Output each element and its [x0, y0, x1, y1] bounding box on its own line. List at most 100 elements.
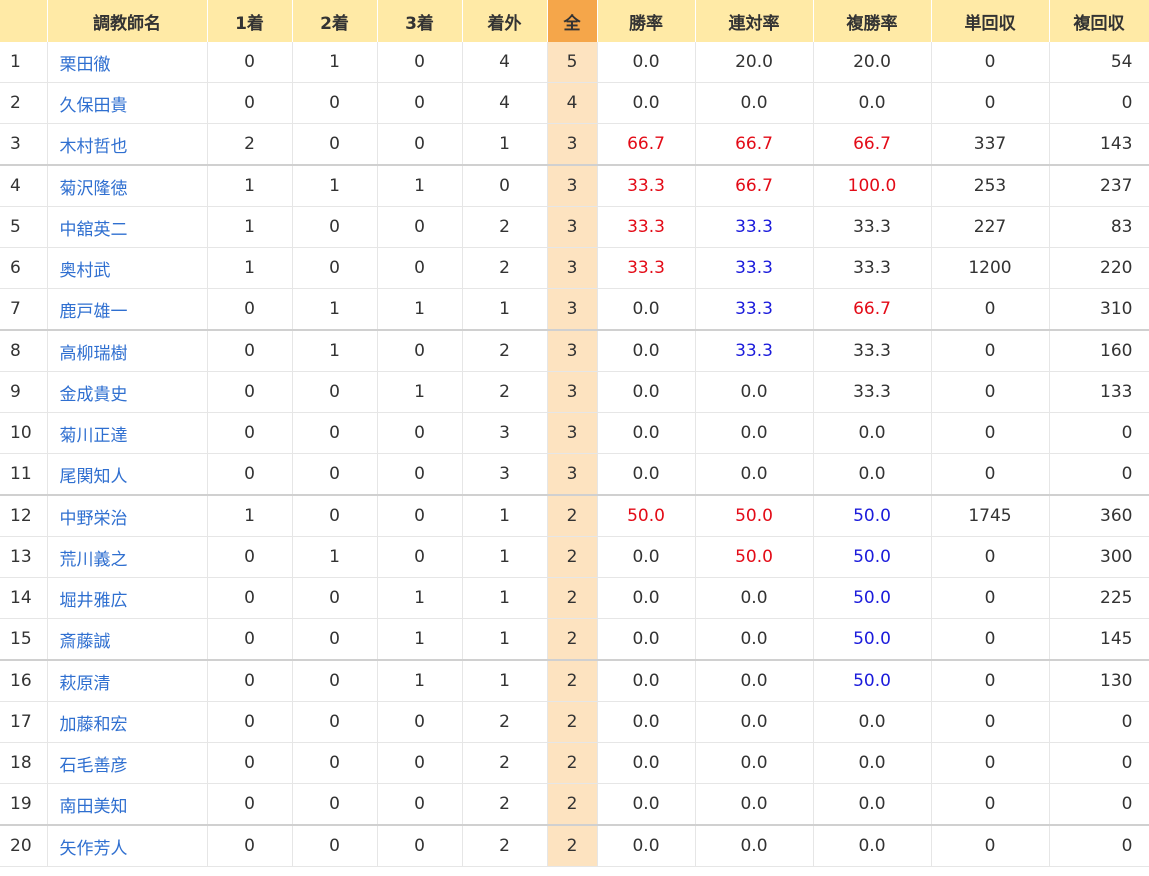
show-rate-cell: 0.0: [813, 82, 932, 124]
header-second[interactable]: 2着: [292, 0, 378, 42]
win-rate-cell: 0.0: [597, 701, 696, 743]
header-out[interactable]: 着外: [462, 0, 548, 42]
trainer-name-cell: 高柳瑞樹: [47, 329, 208, 372]
out-count-cell: 2: [462, 371, 548, 413]
header-show-rate[interactable]: 複勝率: [813, 0, 932, 42]
all-count-cell: 3: [547, 412, 598, 454]
rank-cell: 5: [0, 206, 48, 248]
trainer-name-link[interactable]: 菊沢隆徳: [60, 179, 128, 199]
trainer-name-cell: 矢作芳人: [47, 824, 208, 867]
header-trainer-name[interactable]: 調教師名: [47, 0, 208, 42]
trainer-name-cell: 菊沢隆徳: [47, 164, 208, 207]
trainer-name-link[interactable]: 奥村武: [60, 261, 111, 281]
third-count-cell: 0: [377, 494, 463, 537]
place-rate-cell: 0.0: [695, 701, 814, 743]
table-header-row: 調教師名 1着 2着 3着 着外 全 勝率 連対率 複勝率 単回収 複回収: [0, 0, 1149, 42]
third-count-cell: 1: [377, 618, 463, 661]
win-rate-cell: 0.0: [597, 824, 696, 867]
trainer-name-link[interactable]: 堀井雅広: [60, 591, 128, 611]
trainer-name-link[interactable]: 萩原清: [60, 674, 111, 694]
place-rate-cell: 0.0: [695, 659, 814, 702]
trainer-name-link[interactable]: 中野栄治: [60, 509, 128, 529]
win-rate-cell: 0.0: [597, 577, 696, 619]
header-place-rate[interactable]: 連対率: [695, 0, 814, 42]
trainer-name-cell: 久保田貴: [47, 82, 208, 124]
trainer-name-link[interactable]: 加藤和宏: [60, 715, 128, 735]
place-rate-cell: 0.0: [695, 371, 814, 413]
third-count-cell: 0: [377, 783, 463, 826]
rank-cell: 20: [0, 824, 48, 867]
header-first[interactable]: 1着: [207, 0, 293, 42]
trainer-name-link[interactable]: 尾関知人: [60, 467, 128, 487]
second-count-cell: 1: [292, 536, 378, 578]
out-count-cell: 1: [462, 123, 548, 166]
trainer-name-link[interactable]: 荒川義之: [60, 550, 128, 570]
trainer-name-link[interactable]: 斎藤誠: [60, 632, 111, 652]
win-return-cell: 1745: [931, 494, 1050, 537]
all-count-cell: 2: [547, 742, 598, 784]
trainer-name-cell: 加藤和宏: [47, 701, 208, 743]
show-rate-cell: 50.0: [813, 618, 932, 661]
third-count-cell: 0: [377, 42, 463, 83]
second-count-cell: 0: [292, 494, 378, 537]
show-rate-cell: 33.3: [813, 247, 932, 289]
trainer-name-link[interactable]: 菊川正達: [60, 426, 128, 446]
win-return-cell: 0: [931, 288, 1050, 331]
trainer-name-link[interactable]: 栗田徹: [60, 55, 111, 75]
rank-cell: 19: [0, 783, 48, 826]
win-return-cell: 0: [931, 42, 1050, 83]
header-win-return[interactable]: 単回収: [931, 0, 1050, 42]
table-row: 15 斎藤誠 0 0 1 1 2 0.0 0.0 50.0 0 145: [0, 618, 1149, 661]
header-win-rate[interactable]: 勝率: [597, 0, 696, 42]
trainer-name-link[interactable]: 中舘英二: [60, 220, 128, 240]
third-count-cell: 1: [377, 164, 463, 207]
third-count-cell: 1: [377, 577, 463, 619]
place-rate-cell: 0.0: [695, 577, 814, 619]
win-return-cell: 0: [931, 82, 1050, 124]
rank-cell: 15: [0, 618, 48, 661]
second-count-cell: 0: [292, 701, 378, 743]
first-count-cell: 0: [207, 659, 293, 702]
rank-cell: 1: [0, 42, 48, 83]
trainer-name-link[interactable]: 石毛善彦: [60, 756, 128, 776]
show-return-cell: 300: [1049, 536, 1149, 578]
third-count-cell: 0: [377, 82, 463, 124]
all-count-cell: 2: [547, 618, 598, 661]
show-rate-cell: 50.0: [813, 536, 932, 578]
trainer-name-link[interactable]: 鹿戸雄一: [60, 302, 128, 322]
rank-cell: 8: [0, 329, 48, 372]
third-count-cell: 0: [377, 701, 463, 743]
win-return-cell: 0: [931, 659, 1050, 702]
first-count-cell: 0: [207, 618, 293, 661]
show-rate-cell: 0.0: [813, 742, 932, 784]
table-row: 20 矢作芳人 0 0 0 2 2 0.0 0.0 0.0 0 0: [0, 824, 1149, 867]
place-rate-cell: 0.0: [695, 412, 814, 454]
win-rate-cell: 33.3: [597, 247, 696, 289]
third-count-cell: 0: [377, 453, 463, 496]
show-rate-cell: 0.0: [813, 412, 932, 454]
all-count-cell: 3: [547, 288, 598, 331]
place-rate-cell: 33.3: [695, 288, 814, 331]
place-rate-cell: 20.0: [695, 42, 814, 83]
show-rate-cell: 33.3: [813, 329, 932, 372]
win-rate-cell: 0.0: [597, 659, 696, 702]
header-third[interactable]: 3着: [377, 0, 463, 42]
out-count-cell: 1: [462, 618, 548, 661]
trainer-name-link[interactable]: 金成貴史: [60, 385, 128, 405]
all-count-cell: 5: [547, 42, 598, 83]
header-all[interactable]: 全: [547, 0, 598, 42]
trainer-name-link[interactable]: 久保田貴: [60, 96, 128, 116]
trainer-name-link[interactable]: 木村哲也: [60, 137, 128, 157]
trainer-name-link[interactable]: 南田美知: [60, 797, 128, 817]
trainer-name-cell: 菊川正達: [47, 412, 208, 454]
first-count-cell: 0: [207, 783, 293, 826]
show-return-cell: 133: [1049, 371, 1149, 413]
header-show-return[interactable]: 複回収: [1049, 0, 1149, 42]
first-count-cell: 2: [207, 123, 293, 166]
trainer-name-link[interactable]: 高柳瑞樹: [60, 344, 128, 364]
place-rate-cell: 0.0: [695, 453, 814, 496]
trainer-name-link[interactable]: 矢作芳人: [60, 839, 128, 859]
first-count-cell: 0: [207, 288, 293, 331]
third-count-cell: 0: [377, 206, 463, 248]
win-rate-cell: 0.0: [597, 82, 696, 124]
